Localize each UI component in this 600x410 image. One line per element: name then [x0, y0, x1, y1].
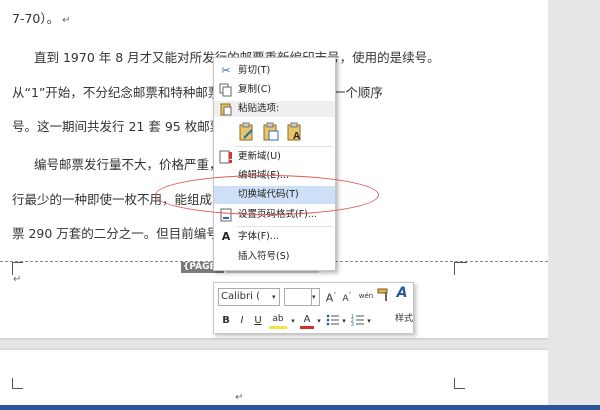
chevron-down-icon: ▾: [312, 293, 316, 301]
font-size-box[interactable]: [284, 288, 312, 306]
scroll-area[interactable]: [548, 0, 600, 410]
chevron-down-icon[interactable]: ▾: [290, 313, 296, 329]
svg-text:A: A: [293, 131, 300, 142]
paste-text-only-icon[interactable]: A: [286, 122, 304, 142]
document-page[interactable]: ↵: [0, 350, 548, 410]
font-icon: A: [221, 230, 231, 243]
chevron-down-icon[interactable]: ▾: [366, 313, 372, 329]
svg-text:3: 3: [351, 322, 354, 327]
bullets-icon[interactable]: [326, 313, 340, 329]
numbering-icon[interactable]: 123: [351, 313, 365, 329]
chevron-down-icon: ▾: [272, 293, 276, 301]
chevron-down-icon[interactable]: ▾: [316, 313, 322, 329]
menu-item-update-field[interactable]: 更新域(U): [214, 148, 335, 166]
menu-separator: [236, 226, 333, 227]
text-line: 7-70）。 ↵: [12, 11, 71, 26]
shrink-font-button[interactable]: A˅: [340, 288, 354, 304]
font-name-dropdown[interactable]: ▾: [272, 288, 280, 306]
menu-item-insert-symbol[interactable]: 插入符号(S): [214, 248, 335, 266]
chevron-down-icon[interactable]: ▾: [341, 313, 347, 329]
italic-button[interactable]: I: [236, 313, 248, 329]
menu-item-font[interactable]: A 字体(F)...: [214, 228, 335, 246]
update-field-icon: [219, 150, 233, 164]
paste-keep-formatting-icon[interactable]: [238, 122, 256, 142]
format-painter-icon[interactable]: [376, 288, 392, 304]
font-color-button[interactable]: A: [300, 313, 314, 329]
paste-merge-formatting-icon[interactable]: [262, 122, 280, 142]
crop-mark: [12, 378, 23, 389]
paste-icon: [219, 102, 233, 116]
menu-item-copy[interactable]: 复制(C): [214, 81, 335, 99]
status-bar-edge: [0, 405, 600, 410]
scissors-icon: ✂: [221, 64, 231, 77]
paste-options-header: 粘贴选项:: [214, 101, 335, 117]
paragraph-mark: ↵: [235, 392, 244, 403]
menu-item-cut[interactable]: ✂ 剪切(T): [214, 62, 335, 80]
font-name-box[interactable]: Calibri (: [218, 288, 274, 306]
styles-button[interactable]: 样式: [394, 311, 414, 327]
mini-toolbar[interactable]: Calibri ( ▾ ▾ A˄ A˅ wén A B I U ab ▾ A ▾…: [213, 282, 414, 334]
bold-button[interactable]: B: [220, 313, 232, 329]
highlight-button[interactable]: ab: [269, 313, 287, 329]
crop-mark: [454, 262, 467, 275]
underline-button[interactable]: U: [252, 313, 264, 329]
copy-icon: [219, 83, 233, 97]
menu-separator: [236, 146, 333, 147]
context-menu[interactable]: ✂ 剪切(T) 复制(C) 粘贴选项: A 更新域(U) 编辑域(E)... 切…: [213, 57, 336, 271]
styles-icon[interactable]: A: [394, 285, 410, 301]
grow-font-button[interactable]: A˄: [324, 288, 338, 305]
crop-mark: [454, 378, 465, 389]
phonetic-guide-button[interactable]: wén: [358, 288, 374, 304]
font-size-dropdown[interactable]: ▾: [311, 288, 320, 306]
annotation-oval: [155, 175, 379, 215]
paragraph-mark: ↵: [13, 274, 22, 285]
